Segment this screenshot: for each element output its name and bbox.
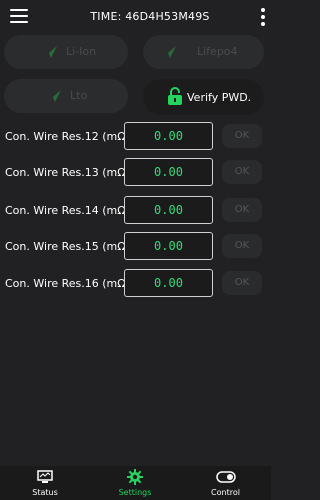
wire-res-label: Con. Wire Res.14 (mΩ): [5,204,134,217]
send-arrow-icon [47,90,61,102]
vertical-more-icon[interactable] [260,8,266,26]
wire-res-row-15: Con. Wire Res.15 (mΩ): 0.00 OK [0,232,271,260]
send-arrow-icon [162,46,176,58]
wire-res-input[interactable]: 0.00 [124,158,213,186]
chemistry-button-lto[interactable]: Lto [4,79,128,113]
ok-button[interactable]: OK [222,160,262,184]
chemistry-button-label: Lifepo4 [197,45,238,58]
wire-res-label: Con. Wire Res.15 (mΩ): [5,240,134,253]
wire-res-input[interactable]: 0.00 [124,232,213,260]
wire-res-label: Con. Wire Res.16 (mΩ): [5,277,134,290]
toggle-icon [216,471,236,483]
wire-res-input[interactable]: 0.00 [124,196,213,224]
wire-res-row-16: Con. Wire Res.16 (mΩ): 0.00 OK [0,269,271,297]
verify-password-label: Verify PWD. [187,91,252,104]
hamburger-menu-icon[interactable] [10,8,28,24]
wire-res-row-12: Con. Wire Res.12 (mΩ): 0.00 OK [0,122,271,150]
monitor-icon [37,470,53,483]
chemistry-button-label: Li-Ion [66,45,97,58]
ok-button[interactable]: OK [222,124,262,148]
nav-status[interactable]: Status [0,466,90,500]
wire-res-input[interactable]: 0.00 [124,122,213,150]
gear-icon [127,469,143,485]
wire-res-row-13: Con. Wire Res.13 (mΩ): 0.00 OK [0,158,271,186]
wire-res-input[interactable]: 0.00 [124,269,213,297]
wire-res-row-14: Con. Wire Res.14 (mΩ): 0.00 OK [0,196,271,224]
nav-control-label: Control [211,488,240,497]
chemistry-button-li-ion[interactable]: Li-Ion [4,35,128,69]
nav-settings-label: Settings [118,488,152,497]
lock-open-icon [168,87,182,105]
nav-status-label: Status [32,488,58,497]
wire-res-label: Con. Wire Res.12 (mΩ): [5,130,134,143]
top-app-bar: TIME: 46D4H53M49S [0,0,271,34]
ok-button[interactable]: OK [222,271,262,295]
verify-password-button[interactable]: Verify PWD. [143,79,264,115]
bottom-navigation: Status Settings Control [0,466,271,500]
nav-control[interactable]: Control [180,466,271,500]
chemistry-button-lifepo4[interactable]: Lifepo4 [143,35,264,69]
wire-res-label: Con. Wire Res.13 (mΩ): [5,166,134,179]
nav-settings[interactable]: Settings [90,466,180,500]
ok-button[interactable]: OK [222,234,262,258]
chemistry-button-label: Lto [70,89,88,102]
page-title: TIME: 46D4H53M49S [90,10,210,23]
ok-button[interactable]: OK [222,198,262,222]
send-arrow-icon [43,46,57,58]
